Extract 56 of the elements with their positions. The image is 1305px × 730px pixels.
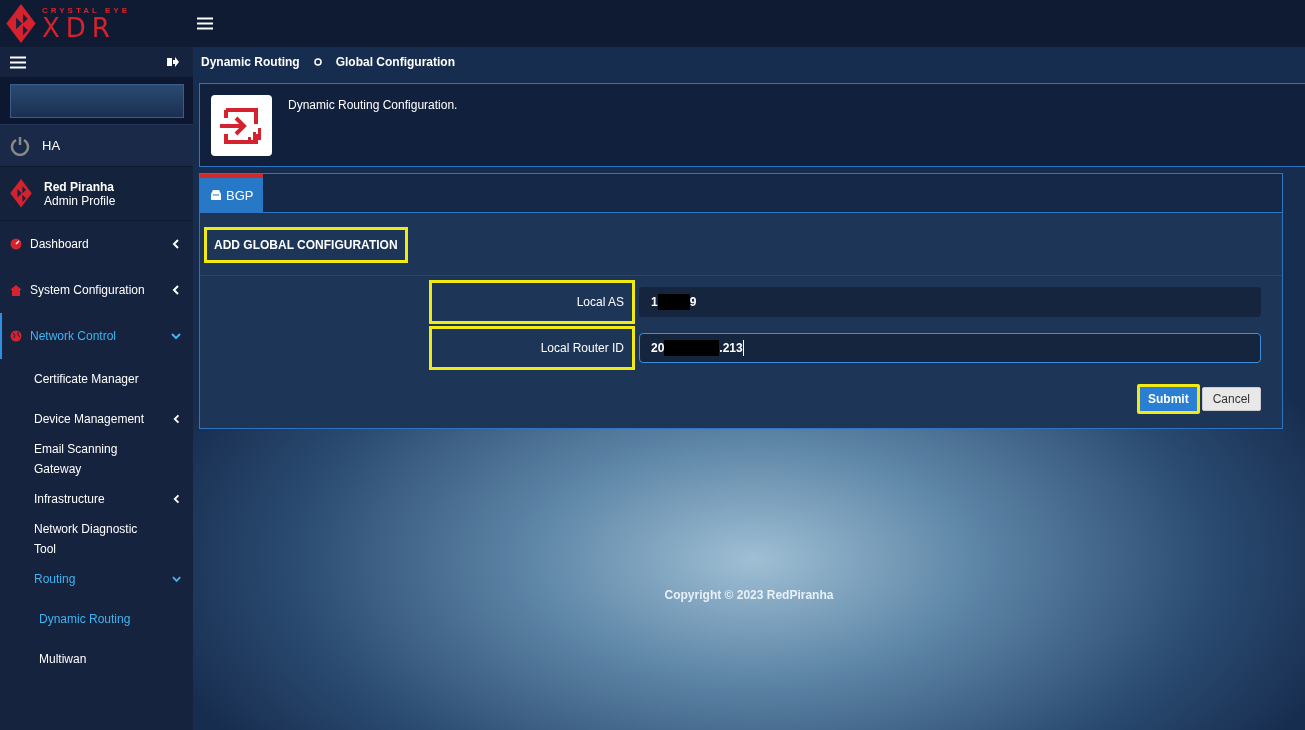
copyright-text: Copyright © 2023 RedPiranha <box>663 588 835 602</box>
nav-item[interactable]: Routing <box>0 559 193 599</box>
inbox-icon <box>210 190 222 200</box>
nav-item[interactable]: Multiwan <box>0 639 193 679</box>
nav-label: Device Management <box>34 411 145 428</box>
logout-icon[interactable] <box>167 57 179 67</box>
field-value-start: 20 <box>651 341 665 355</box>
nav-item[interactable]: Email Scanning Gateway <box>0 439 193 479</box>
nav-label: Multiwan <box>39 651 87 668</box>
nav-label: Network Control <box>30 328 117 345</box>
input-field[interactable]: 20 .213 <box>639 333 1261 363</box>
nav-label: Routing <box>34 571 76 588</box>
breadcrumb-item[interactable]: Global Configuration <box>335 52 455 72</box>
nav-item[interactable]: Dynamic Routing <box>0 599 193 639</box>
gauge-icon <box>10 238 22 250</box>
nav-item[interactable]: Infrastructure <box>0 479 193 519</box>
field-label: Local Router ID <box>540 340 624 357</box>
power-icon[interactable] <box>10 135 30 156</box>
page-description: Dynamic Routing Configuration. <box>288 97 458 114</box>
home-icon <box>10 284 22 296</box>
form-title: ADD GLOBAL CONFIGURATION <box>204 227 408 263</box>
nav-label: Infrastructure <box>34 491 105 508</box>
field-value-end: 9 <box>689 295 697 309</box>
bullet-icon <box>313 58 322 66</box>
logo-tagline: CRYSTAL EYE <box>42 6 130 15</box>
screenshot-thumbnail[interactable] <box>9 83 184 118</box>
globe-icon <box>10 330 22 342</box>
nav-item[interactable]: Certificate Manager <box>0 359 193 399</box>
submit-button[interactable]: Submit <box>1136 384 1200 414</box>
nav-label: Network Diagnostic Tool <box>34 521 139 558</box>
nav-item[interactable]: System Configuration <box>0 267 193 313</box>
nav-item[interactable]: Dashboard <box>0 221 193 267</box>
menu-icon[interactable] <box>10 55 26 69</box>
menu-icon[interactable] <box>197 17 213 30</box>
logo-wordmark: XDR <box>42 14 116 41</box>
app-icon <box>211 95 272 156</box>
field-value-start: 1 <box>651 295 658 309</box>
ha-label: HA <box>42 136 61 155</box>
logo-icon <box>10 179 32 208</box>
nav-label: Certificate Manager <box>34 371 139 388</box>
text-cursor <box>742 340 744 356</box>
breadcrumb-item[interactable]: Dynamic Routing <box>201 52 300 72</box>
nav-item[interactable]: Device Management <box>0 399 193 439</box>
profile-role: Admin Profile <box>44 193 116 208</box>
nav-label: Email Scanning Gateway <box>34 441 119 478</box>
input-field[interactable]: 1 9 <box>639 287 1261 317</box>
field-value-end: .213 <box>719 341 743 355</box>
logo-icon <box>6 4 36 43</box>
nav-label: System Configuration <box>30 282 145 299</box>
profile-name: Red Piranha <box>44 179 116 194</box>
cancel-button[interactable]: Cancel <box>1201 387 1261 411</box>
nav-label: Dashboard <box>30 236 89 253</box>
field-label: Local AS <box>576 294 624 311</box>
nav-label: Dynamic Routing <box>39 611 131 628</box>
nav-item[interactable]: Network Diagnostic Tool <box>0 519 193 559</box>
tab[interactable]: BGP <box>200 174 264 212</box>
